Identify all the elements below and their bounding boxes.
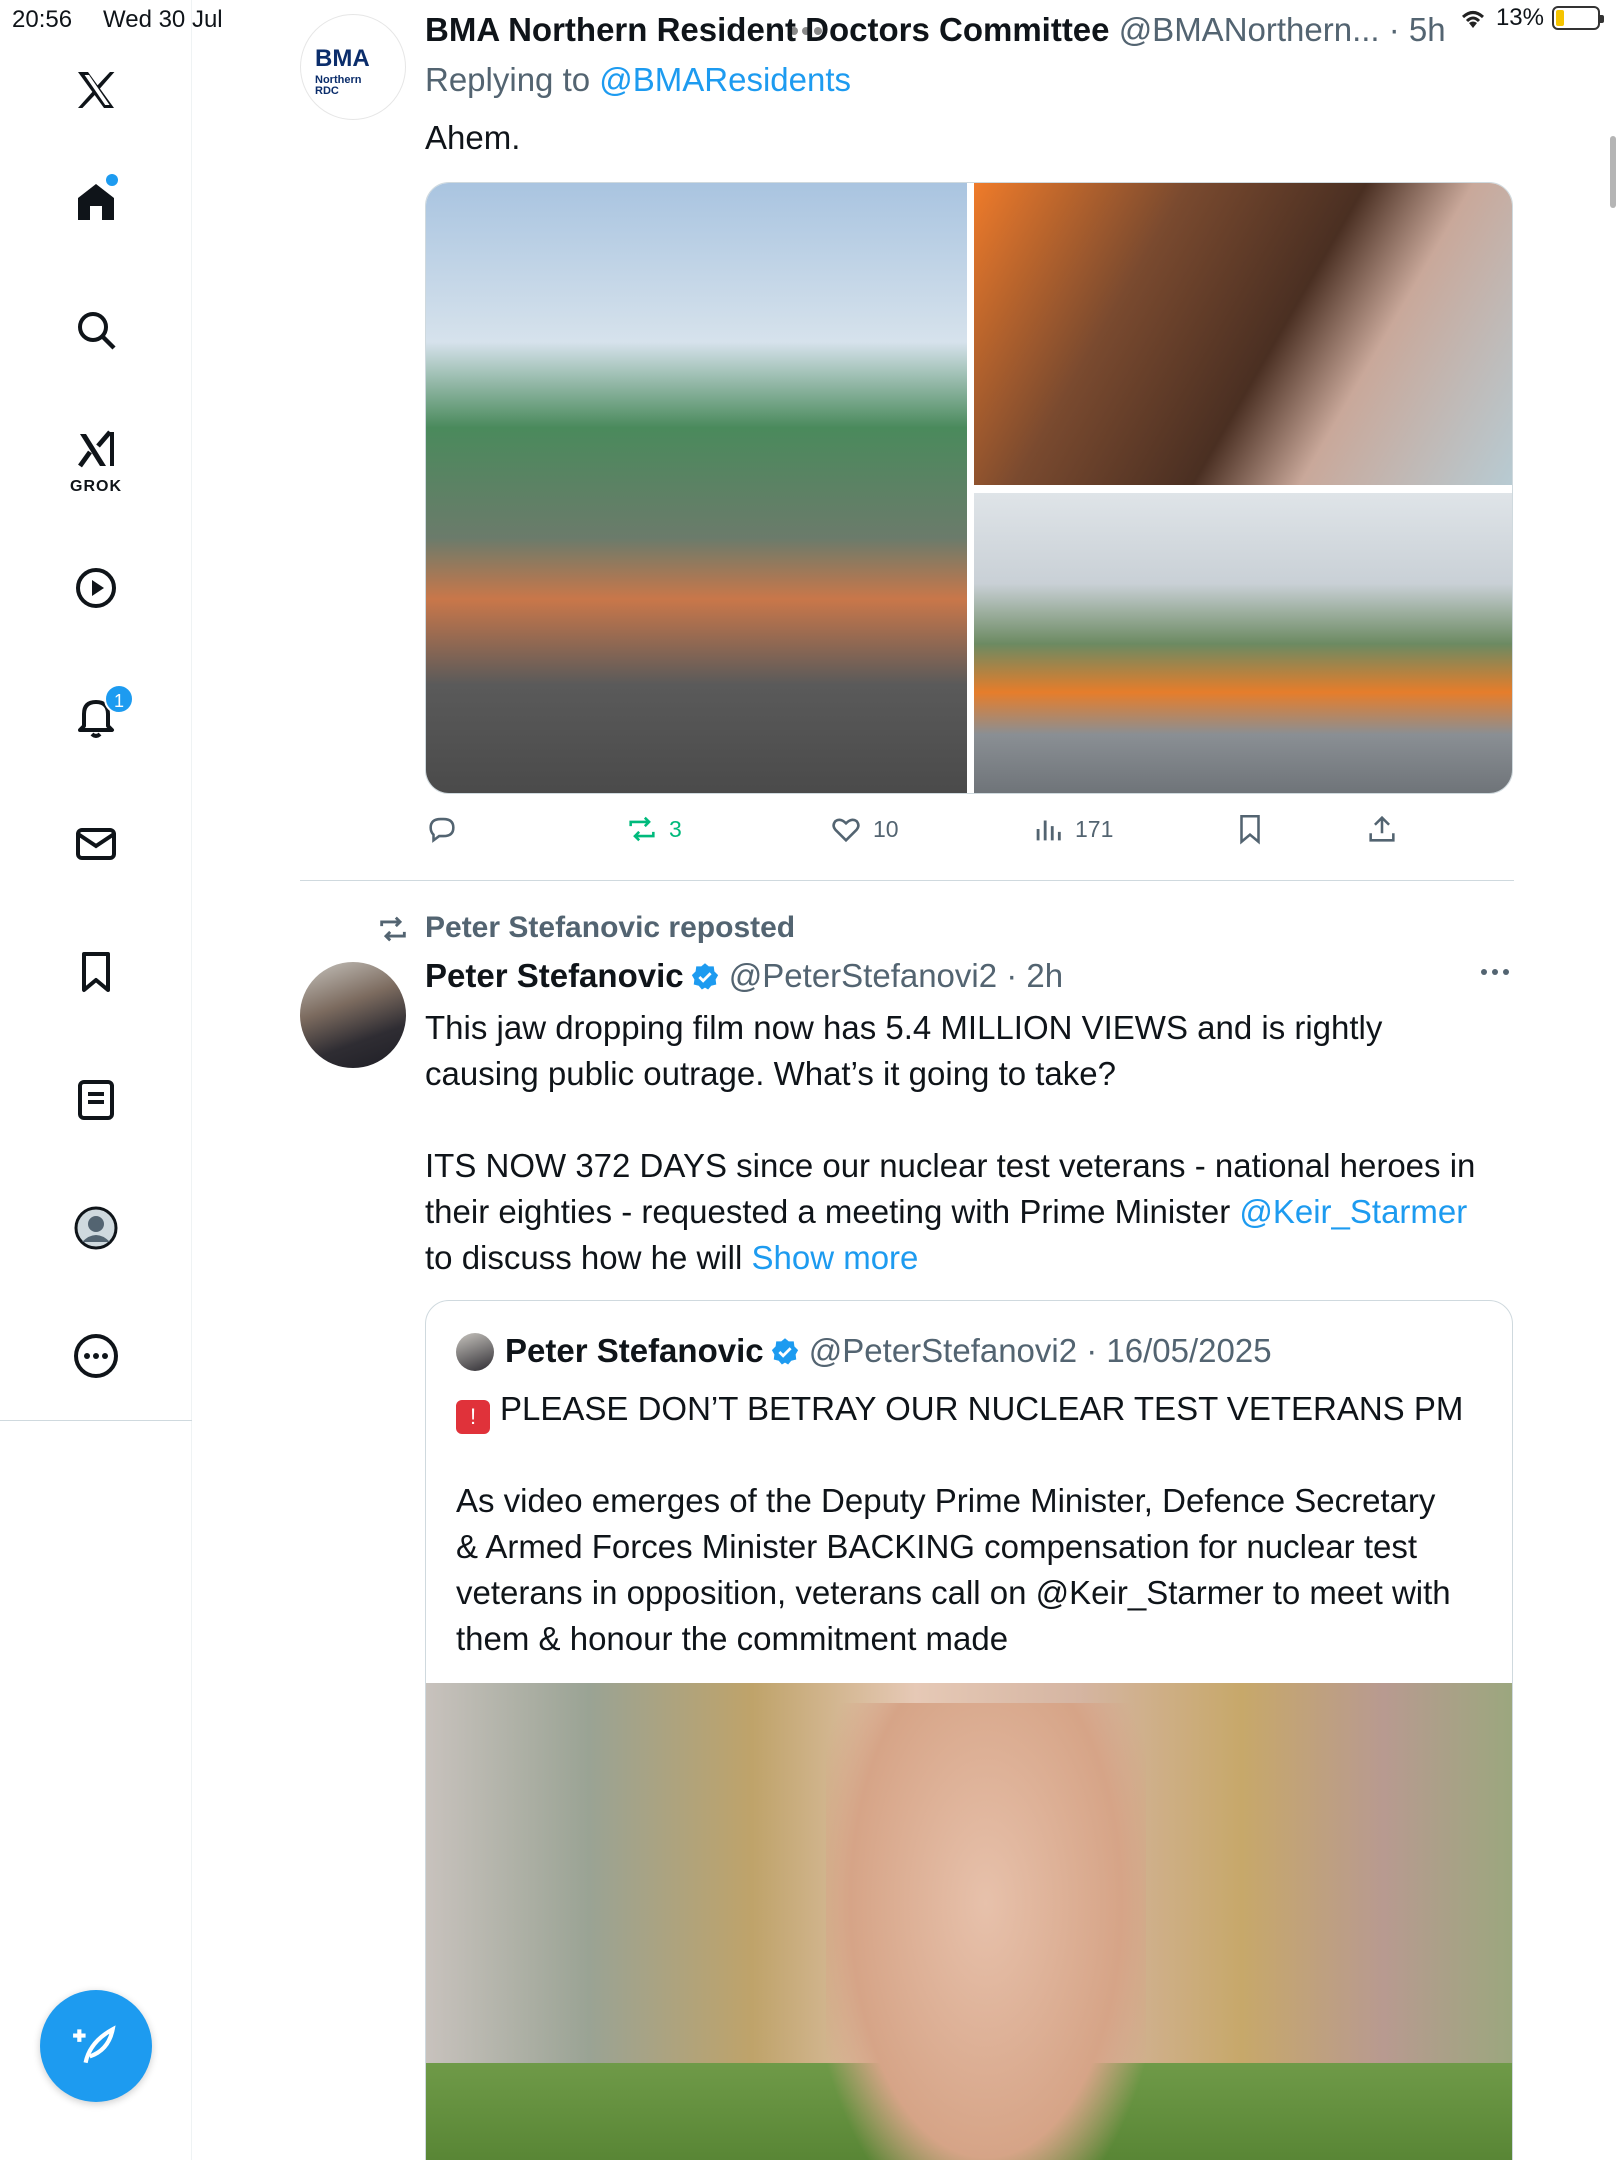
tweet-header: Peter Stefanovic @PeterStefanovi2 · 2h [425, 954, 1063, 998]
bookmarks-icon[interactable] [66, 942, 126, 1002]
photo-protest-street[interactable] [974, 493, 1512, 793]
verified-badge-icon [771, 1338, 798, 1365]
repost-count: 3 [669, 815, 682, 842]
tweet-header: BMA Northern Resident Doctors Committee … [425, 8, 1446, 52]
repost-icon [629, 816, 655, 842]
repost-label[interactable]: Peter Stefanovic reposted [425, 906, 795, 950]
search-icon[interactable] [66, 300, 126, 360]
status-right: 13% [1458, 4, 1604, 32]
quoted-tweet[interactable]: Peter Stefanovic @PeterStefanovi2 · 16/0… [425, 1300, 1513, 2160]
avatar[interactable] [300, 962, 406, 1068]
bma-logo-sub: Northern RDC [315, 74, 362, 97]
battery-icon [1552, 6, 1604, 30]
handle-date[interactable]: @PeterStefanovi2 · 16/05/2025 [809, 1332, 1272, 1369]
like-button[interactable]: 10 [829, 812, 899, 846]
reply-mention-link[interactable]: @BMAResidents [599, 61, 851, 98]
sidebar-divider [0, 1420, 192, 1421]
mention-link[interactable]: @Keir_Starmer [1239, 1193, 1467, 1230]
tweet-text: Ahem. [425, 119, 521, 156]
siren-emoji-icon: ! [456, 1400, 490, 1434]
wifi-icon [1461, 11, 1484, 28]
reply-button[interactable] [425, 812, 469, 846]
tweet-text-line: ITS NOW 372 DAYS since our nuclear test … [425, 1147, 1476, 1184]
messages-icon[interactable] [66, 814, 126, 874]
tweet-text-line: to discuss how he will Show more [425, 1239, 919, 1276]
battery-percent: 13% [1495, 4, 1544, 31]
grok-label: GROK [70, 478, 122, 495]
more-options-icon[interactable] [66, 1326, 126, 1386]
quoted-video[interactable] [426, 1683, 1512, 2160]
quote-header: Peter Stefanovic @PeterStefanovi2 · 16/0… [505, 1329, 1272, 1373]
compose-feather-icon [73, 2025, 116, 2064]
compose-button[interactable] [40, 1990, 152, 2102]
replying-to: Replying to @BMAResidents [425, 61, 852, 98]
sidebar: GROK 1 [0, 0, 192, 2160]
avatar[interactable]: BMA Northern RDC [300, 14, 406, 120]
lists-icon[interactable] [66, 1070, 126, 1130]
quote-text-line: ! PLEASE DON’T BETRAY OUR NUCLEAR TEST VE… [456, 1387, 1463, 1434]
heart-icon [832, 818, 860, 843]
quote-text-line: As video emerges of the Deputy Prime Min… [456, 1482, 1436, 1519]
author-name[interactable]: Peter Stefanovic [425, 957, 684, 994]
like-count: 10 [873, 815, 899, 842]
tweet-text-line: their eighties - requested a meeting wit… [425, 1193, 1468, 1230]
bookmark-icon [1240, 814, 1260, 845]
home-notification-dot [106, 174, 118, 186]
quote-text-line: them & honour the commitment made [456, 1620, 1009, 1657]
tweet-text-line: This jaw dropping film now has 5.4 MILLI… [425, 1009, 1383, 1046]
scrollbar[interactable] [1610, 136, 1616, 208]
views-button[interactable]: 171 [1031, 812, 1113, 846]
media-grid[interactable] [425, 182, 1513, 794]
bma-logo: BMA [315, 45, 370, 72]
video-icon[interactable] [66, 558, 126, 618]
bookmark-button[interactable] [1233, 812, 1267, 846]
repost-button[interactable]: 3 [625, 812, 682, 846]
analytics-icon [1036, 820, 1061, 841]
tweet-actions: 3 10 171 [425, 812, 1425, 856]
views-count: 171 [1075, 815, 1114, 842]
author-name[interactable]: Peter Stefanovic [505, 1332, 764, 1369]
photo-protest-group[interactable] [426, 183, 967, 793]
more-options-icon[interactable] [1478, 962, 1512, 982]
quote-text-line: & Armed Forces Minister BACKING compensa… [456, 1528, 1418, 1565]
reply-icon [429, 817, 455, 843]
handle-time[interactable]: @PeterStefanovi2 · 2h [729, 957, 1063, 994]
share-icon [1369, 815, 1395, 842]
tweet-text-line: causing public outrage. What’s it going … [425, 1055, 1116, 1092]
photo-dog[interactable] [974, 183, 1512, 485]
verified-badge-icon [691, 963, 718, 990]
tweet-divider [300, 880, 1514, 881]
profile-icon[interactable] [66, 1198, 126, 1258]
quote-text-line: veterans in opposition, veterans call on… [456, 1574, 1451, 1611]
notifications-badge: 1 [104, 684, 134, 714]
author-name[interactable]: BMA Northern Resident Doctors Committee [425, 11, 1110, 48]
video-subject [826, 1703, 1146, 2160]
grok-icon[interactable] [66, 420, 126, 480]
avatar[interactable] [456, 1333, 494, 1371]
handle-time[interactable]: @BMANorthern... · 5h [1119, 11, 1446, 48]
share-button[interactable] [1365, 812, 1399, 846]
show-more-link[interactable]: Show more [751, 1239, 918, 1276]
repost-indicator-icon [380, 916, 406, 942]
x-logo-icon[interactable] [66, 60, 126, 120]
